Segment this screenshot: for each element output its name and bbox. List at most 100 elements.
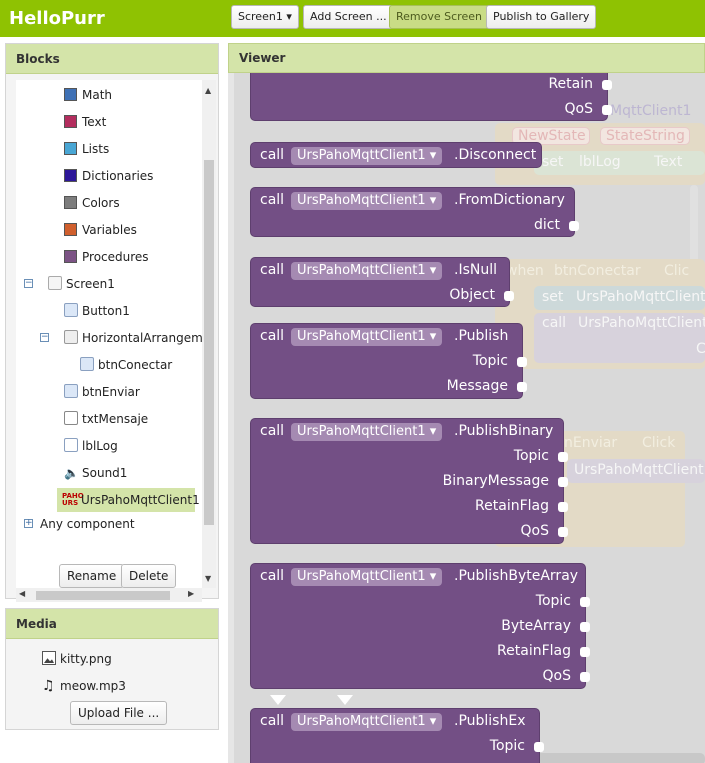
port-label: RetainFlag xyxy=(497,643,571,659)
media-panel-header: Media xyxy=(6,609,218,639)
tree-horizontal-arrangement[interactable]: HorizontalArrangemer xyxy=(64,328,215,348)
builtin-colors[interactable]: Colors xyxy=(64,193,120,213)
tree-vertical-scrollbar[interactable]: ▲ ▼ xyxy=(202,80,216,588)
input-socket xyxy=(569,221,579,231)
builtin-text[interactable]: Text xyxy=(64,112,106,132)
rename-button[interactable]: Rename xyxy=(59,564,125,588)
scroll-down-icon[interactable]: ▼ xyxy=(205,574,211,583)
scroll-left-icon[interactable]: ◀ xyxy=(19,589,25,598)
block-publishex[interactable]: call UrsPahoMqttClient1 ▾ .PublishEx Top… xyxy=(250,708,544,763)
ghost-text: UrsPahoMqttClient1 xyxy=(574,462,705,478)
input-socket xyxy=(517,382,527,392)
blocks-workspace[interactable]: MqttClient1 NewState StateString set lbl… xyxy=(228,73,705,763)
block-call-label: call xyxy=(260,713,285,729)
port-label: Retain xyxy=(548,76,593,92)
input-socket xyxy=(580,672,590,682)
block-call-label: call xyxy=(260,192,285,208)
button-icon xyxy=(80,357,94,371)
colors-icon xyxy=(64,196,77,209)
builtin-math[interactable]: Math xyxy=(64,85,112,105)
port-label: Message xyxy=(446,378,508,394)
tree-horizontal-scroll-thumb[interactable] xyxy=(36,591,170,600)
tree-screen1[interactable]: Screen1 xyxy=(48,274,115,294)
trash-arrow-icon[interactable] xyxy=(270,695,286,705)
ghost-text: lblLog xyxy=(579,154,621,170)
component-dropdown[interactable]: UrsPahoMqttClient1 ▾ xyxy=(291,423,443,441)
ghost-text: when xyxy=(506,263,544,279)
upload-file-button[interactable]: Upload File ... xyxy=(70,701,168,725)
component-dropdown[interactable]: UrsPahoMqttClient1 ▾ xyxy=(291,713,443,731)
tree-vertical-scroll-thumb[interactable] xyxy=(204,160,214,525)
input-socket xyxy=(580,647,590,657)
screen1-collapse-icon[interactable]: − xyxy=(24,279,33,288)
tree-lbllog[interactable]: lblLog xyxy=(64,436,118,456)
scroll-up-icon[interactable]: ▲ xyxy=(205,86,211,95)
remove-screen-button[interactable]: Remove Screen xyxy=(389,5,489,29)
warning-arrow-icon[interactable] xyxy=(337,695,353,705)
port-label: Topic xyxy=(513,448,549,464)
delete-button[interactable]: Delete xyxy=(121,564,177,588)
blocks-tree: Math Text Lists Dictionaries Colors Vari… xyxy=(16,80,216,588)
tree-btnenviar[interactable]: btnEnviar xyxy=(64,382,140,402)
method-label: .PublishBinary xyxy=(454,423,554,439)
tree-sound1[interactable]: 🔈 Sound1 xyxy=(64,463,127,483)
ghost-text: UrsPahoMqttClient1 xyxy=(578,315,705,331)
tree-btnconectar[interactable]: btnConectar xyxy=(80,355,172,375)
viewer-header: Viewer xyxy=(228,43,705,73)
scroll-right-icon[interactable]: ▶ xyxy=(188,589,194,598)
block-partial-retain-qos[interactable]: Retain QoS xyxy=(250,73,612,121)
builtin-lists[interactable]: Lists xyxy=(64,139,109,159)
ghost-text: UrsPahoMqttClient xyxy=(576,289,705,305)
block-publishbinary[interactable]: call UrsPahoMqttClient1 ▾ .PublishBinary… xyxy=(250,418,568,544)
component-dropdown[interactable]: UrsPahoMqttClient1 ▾ xyxy=(291,147,443,165)
block-fromdictionary[interactable]: call UrsPahoMqttClient1 ▾ .FromDictionar… xyxy=(250,187,579,237)
tree-txtmensaje[interactable]: txtMensaje xyxy=(64,409,148,429)
method-label: .Disconnect xyxy=(454,147,537,163)
block-isnull[interactable]: call UrsPahoMqttClient1 ▾ .IsNull Object xyxy=(250,257,514,307)
ghost-text: Click xyxy=(642,435,676,451)
tree-horizontal-scrollbar[interactable]: ◀ ▶ xyxy=(16,588,202,602)
block-publishbytearray[interactable]: call UrsPahoMqttClient1 ▾ .PublishByteAr… xyxy=(250,563,590,689)
tree-any-component[interactable]: Any component xyxy=(40,514,135,534)
method-label: .PublishByteArray xyxy=(454,568,579,584)
port-label: BinaryMessage xyxy=(442,473,549,489)
arrangement-collapse-icon[interactable]: − xyxy=(40,333,49,342)
component-dropdown[interactable]: UrsPahoMqttClient1 ▾ xyxy=(291,568,443,586)
builtin-variables[interactable]: Variables xyxy=(64,220,137,240)
port-label: Object xyxy=(449,287,495,303)
tree-urspahomqttclient1[interactable]: PAHO URS UrsPahoMqttClient1 xyxy=(57,488,200,512)
variables-icon xyxy=(64,223,77,236)
ghost-text: MqttClient1 xyxy=(610,103,692,119)
ghost-text: call xyxy=(542,315,567,331)
input-socket xyxy=(534,742,544,752)
workspace-canvas[interactable]: MqttClient1 NewState StateString set lbl… xyxy=(234,73,705,763)
procedures-icon xyxy=(64,250,77,263)
media-file-kitty[interactable]: kitty.png xyxy=(42,649,112,669)
method-label: .Publish xyxy=(454,328,509,344)
arrangement-icon xyxy=(64,330,78,344)
add-screen-button[interactable]: Add Screen ... xyxy=(303,5,394,29)
any-component-expand-icon[interactable]: + xyxy=(24,519,33,528)
ghost-text: C xyxy=(696,341,705,357)
input-socket xyxy=(504,291,514,301)
top-bar: HelloPurr Screen1 ▾ Add Screen ... Remov… xyxy=(0,0,705,37)
media-file-meow[interactable]: ♫ meow.mp3 xyxy=(42,676,126,696)
publish-gallery-button[interactable]: Publish to Gallery xyxy=(486,5,597,29)
button-icon xyxy=(64,384,78,398)
block-call-label: call xyxy=(260,423,285,439)
input-socket xyxy=(580,597,590,607)
builtin-dictionaries[interactable]: Dictionaries xyxy=(64,166,153,186)
input-socket xyxy=(580,622,590,632)
port-label: QoS xyxy=(520,523,549,539)
component-dropdown[interactable]: UrsPahoMqttClient1 ▾ xyxy=(291,192,443,210)
port-label: ByteArray xyxy=(501,618,571,634)
method-label: .PublishEx xyxy=(454,713,526,729)
component-dropdown[interactable]: UrsPahoMqttClient1 ▾ xyxy=(291,328,443,346)
builtin-procedures[interactable]: Procedures xyxy=(64,247,149,267)
block-publish[interactable]: call UrsPahoMqttClient1 ▾ .Publish Topic… xyxy=(250,323,527,399)
component-dropdown[interactable]: UrsPahoMqttClient1 ▾ xyxy=(291,262,443,280)
block-disconnect[interactable]: call UrsPahoMqttClient1 ▾ .Disconnect xyxy=(250,142,542,168)
image-file-icon xyxy=(42,651,56,665)
screen-dropdown[interactable]: Screen1 ▾ xyxy=(231,5,299,29)
tree-button1[interactable]: Button1 xyxy=(64,301,130,321)
